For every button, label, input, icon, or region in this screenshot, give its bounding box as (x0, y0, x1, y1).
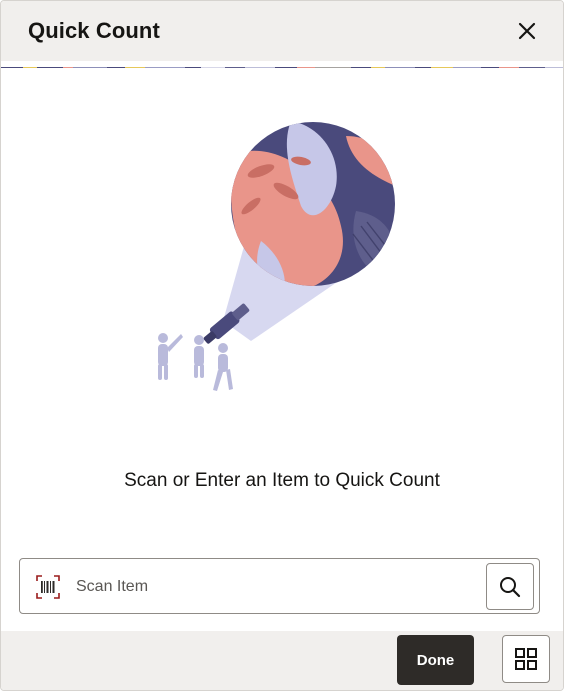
dialog-footer: Done (1, 631, 563, 690)
barcode-icon (36, 575, 60, 599)
grid-menu-button[interactable] (502, 635, 550, 683)
search-button[interactable] (486, 563, 534, 610)
close-icon (518, 22, 536, 40)
search-icon (500, 576, 521, 597)
decorative-banner (1, 61, 563, 68)
scan-item-input[interactable] (74, 573, 478, 601)
close-button[interactable] (513, 17, 541, 45)
dialog-title: Quick Count (28, 18, 160, 43)
dialog-header: Quick Count (1, 1, 563, 61)
scan-item-field (19, 558, 540, 614)
quick-count-dialog: Quick Count Scan or Enter an Item to Qui… (0, 0, 564, 691)
telescope-illustration (141, 116, 411, 406)
empty-state-message: Scan or Enter an Item to Quick Count (124, 470, 440, 491)
grid-icon (515, 648, 537, 670)
done-button[interactable]: Done (397, 635, 474, 685)
